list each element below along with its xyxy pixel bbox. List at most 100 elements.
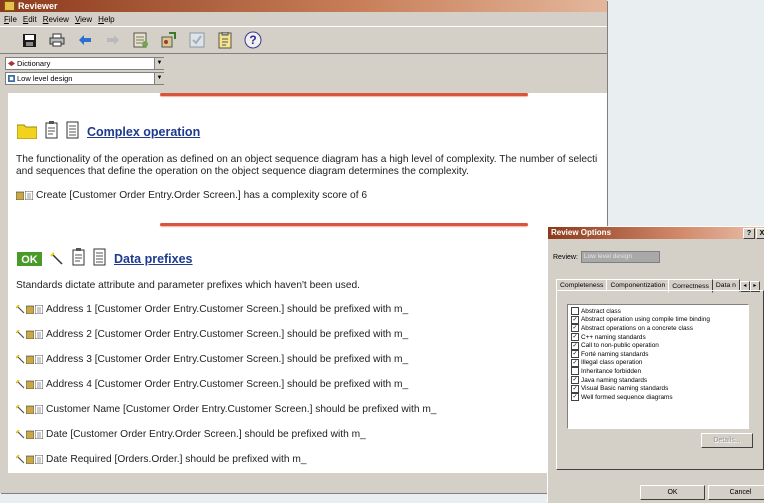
rule-checkbox-row[interactable]: ✓ Well formed sequence diagrams xyxy=(568,393,748,402)
result-item[interactable]: Address 2 [Customer Order Entry.Customer… xyxy=(16,329,408,340)
category-combo[interactable]: Low level design ▼ xyxy=(5,72,164,85)
result-item[interactable]: Address 1 [Customer Order Entry.Customer… xyxy=(16,304,408,315)
forward-icon xyxy=(107,35,119,45)
checklist-button[interactable] xyxy=(186,30,208,50)
checkbox[interactable]: ✓ xyxy=(571,333,579,342)
rule-checkbox-row[interactable]: ✓ Abstract operation using compile time b… xyxy=(568,315,748,325)
section-title-link[interactable]: Complex operation xyxy=(87,125,200,139)
rule-checkbox-row[interactable]: Abstract class xyxy=(568,307,748,316)
help-button[interactable]: ? xyxy=(242,30,264,50)
checkbox[interactable]: ✓ xyxy=(571,341,579,350)
dictionary-combo[interactable]: Dictionary ▼ xyxy=(5,57,164,70)
report-icon xyxy=(218,31,232,48)
rule-label: Abstract operations on a concrete class xyxy=(581,324,693,332)
rule-checklist: Abstract class ✓ Abstract operation using … xyxy=(567,304,749,429)
review-label: Review: xyxy=(553,253,578,261)
review-button[interactable] xyxy=(130,30,152,50)
analyze-icon xyxy=(161,32,176,48)
dictionary-icon xyxy=(8,60,15,67)
menu-view[interactable]: View xyxy=(73,15,96,24)
rule-checkbox-row[interactable]: ✓ Forté naming standards xyxy=(568,350,748,359)
chevron-down-icon[interactable]: ▼ xyxy=(154,73,164,84)
rule-label: C++ naming standards xyxy=(581,333,646,341)
horizontal-scrollbar[interactable] xyxy=(8,473,607,483)
review-field[interactable]: Low level design xyxy=(580,251,660,263)
document-icon xyxy=(35,405,43,414)
dialog-help-button[interactable]: ? xyxy=(743,228,755,239)
wand-icon xyxy=(16,430,25,439)
rule-checkbox-row[interactable]: ✓ Java naming standards xyxy=(568,376,748,385)
clipboard-icon xyxy=(26,305,34,314)
forward-button[interactable] xyxy=(102,30,124,50)
menu-review[interactable]: Review xyxy=(41,15,73,24)
cancel-button[interactable]: Cancel xyxy=(708,485,764,500)
checkbox[interactable]: ✓ xyxy=(571,315,579,324)
checkbox[interactable] xyxy=(571,367,579,376)
result-item[interactable]: Create [Customer Order Entry.Order Scree… xyxy=(16,190,367,201)
ok-button[interactable]: OK xyxy=(640,485,705,500)
result-item[interactable]: Date [Customer Order Entry.Order Screen.… xyxy=(16,429,366,440)
result-item[interactable]: Address 4 [Customer Order Entry.Customer… xyxy=(16,379,408,390)
checkbox[interactable]: ✓ xyxy=(571,376,579,385)
rule-checkbox-row[interactable]: Inheritance forbidden xyxy=(568,367,748,376)
rule-checkbox-row[interactable]: ✓ C++ naming standards xyxy=(568,333,748,342)
clipboard-icon xyxy=(26,430,34,439)
result-item-text: Date Required [Orders.Order.] should be … xyxy=(46,454,307,465)
print-button[interactable] xyxy=(46,30,68,50)
back-icon xyxy=(79,35,91,45)
analyze-button[interactable] xyxy=(158,30,180,50)
checklist-icon xyxy=(189,32,205,48)
rule-label: Call to non-public operation xyxy=(581,342,659,350)
result-item[interactable]: Customer Name [Customer Order Entry.Cust… xyxy=(16,404,436,415)
checkbox[interactable]: ✓ xyxy=(571,393,579,402)
section-title-link[interactable]: Data prefixes xyxy=(114,252,193,266)
section-description-line1: The functionality of the operation as de… xyxy=(16,154,598,165)
rule-checkbox-row[interactable]: ✓ Abstract operations on a concrete class xyxy=(568,324,748,333)
menu-edit[interactable]: Edit xyxy=(21,15,41,24)
menu-help[interactable]: Help xyxy=(96,15,118,24)
reviewer-window: Reviewer File Edit Review View Help ? Di… xyxy=(0,0,607,493)
back-button[interactable] xyxy=(74,30,96,50)
document-icon xyxy=(25,191,33,200)
wand-icon xyxy=(16,305,25,314)
save-icon xyxy=(22,33,36,47)
document-icon xyxy=(35,330,43,339)
wand-icon xyxy=(16,405,25,414)
svg-text:OK: OK xyxy=(21,254,38,266)
rule-label: Abstract class xyxy=(581,307,621,315)
checkbox[interactable]: ✓ xyxy=(571,324,579,333)
help-icon: ? xyxy=(244,31,262,49)
dialog-close-button[interactable]: X xyxy=(756,228,764,239)
menu-bar: File Edit Review View Help xyxy=(0,12,607,26)
ok-icon: OK xyxy=(17,252,42,266)
rule-label: Visual Basic naming standards xyxy=(581,385,669,393)
rule-checkbox-row[interactable]: ✓ Illegal class operation xyxy=(568,358,748,368)
review-icon xyxy=(133,32,148,48)
item-icons xyxy=(16,330,43,339)
document-icon xyxy=(35,455,43,464)
item-icons xyxy=(16,191,33,200)
section-description-line2: and sequences that define the operation … xyxy=(16,166,469,177)
document-icon xyxy=(35,355,43,364)
checkbox[interactable]: ✓ xyxy=(571,350,579,359)
rule-checkbox-row[interactable]: ✓ Call to non-public operation xyxy=(568,341,748,350)
checkbox[interactable]: ✓ xyxy=(571,384,579,393)
rule-checkbox-row[interactable]: ✓ Visual Basic naming standards xyxy=(568,384,748,393)
details-button[interactable]: Details... xyxy=(701,433,753,448)
category-combo-row: Low level design ▼ xyxy=(0,71,607,86)
chevron-down-icon[interactable]: ▼ xyxy=(154,58,164,69)
item-icons xyxy=(16,405,43,414)
checkbox[interactable] xyxy=(571,307,579,316)
category-value: Low level design xyxy=(17,74,73,83)
item-icons xyxy=(16,455,43,464)
result-item[interactable]: Address 3 [Customer Order Entry.Customer… xyxy=(16,354,408,365)
dictionary-combo-row: Dictionary ▼ xyxy=(0,56,607,71)
item-icons xyxy=(16,305,43,314)
menu-file[interactable]: File xyxy=(2,15,21,24)
save-button[interactable] xyxy=(18,30,40,50)
report-button[interactable] xyxy=(214,30,236,50)
item-icons xyxy=(16,355,43,364)
result-item[interactable]: Date Required [Orders.Order.] should be … xyxy=(16,454,306,465)
checkbox[interactable]: ✓ xyxy=(571,358,579,367)
clipboard-icon xyxy=(16,191,24,200)
